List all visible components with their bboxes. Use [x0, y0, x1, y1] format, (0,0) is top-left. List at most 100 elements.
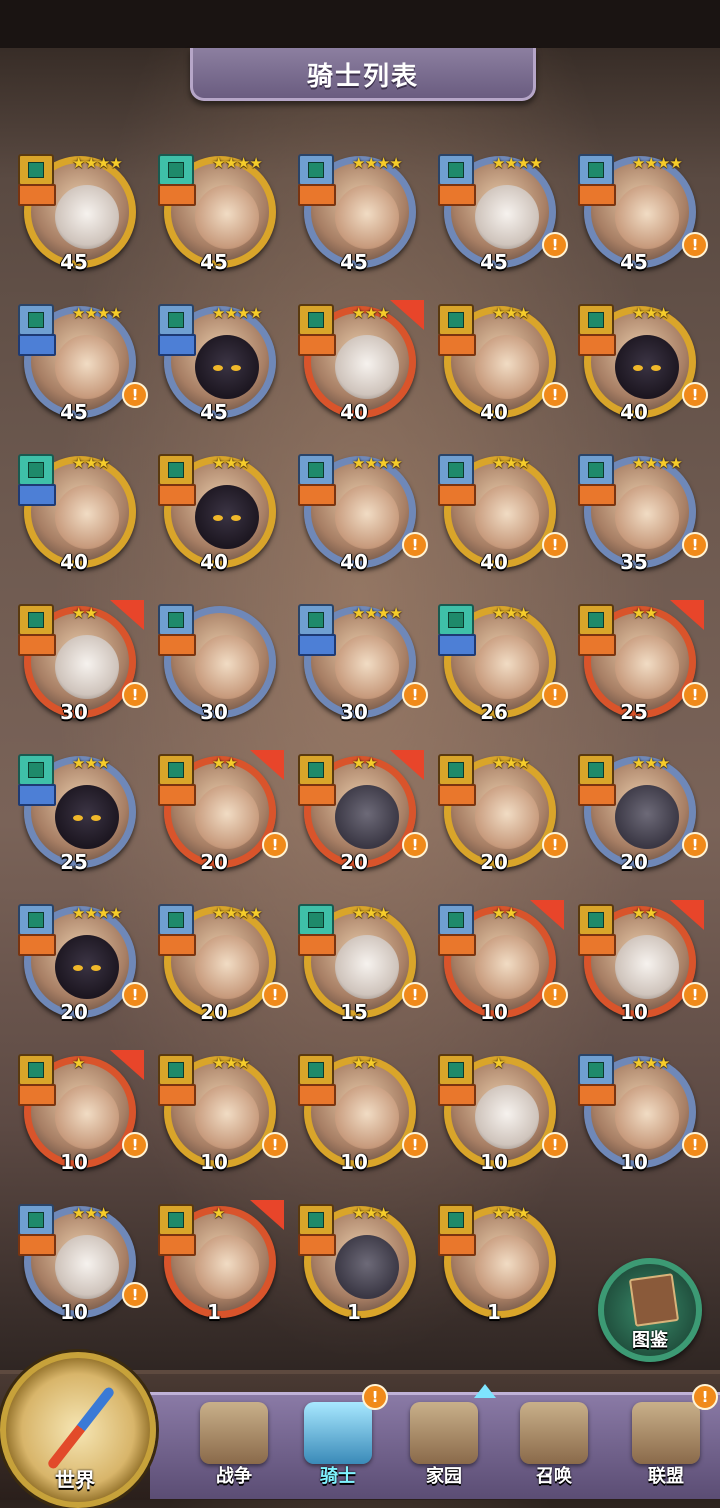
knight-level: 1 [347, 1300, 361, 1324]
knight-card[interactable]: ★★★ 20! [578, 752, 708, 880]
star-rating: ★★★★ [72, 904, 123, 922]
knight-card[interactable]: ★★ 20! [158, 750, 288, 880]
role-icon [578, 334, 616, 356]
knight-level: 15 [340, 1000, 368, 1024]
knight-portrait [615, 785, 679, 849]
nav-knights-alert: ! [362, 1384, 388, 1410]
alert-badge: ! [682, 232, 708, 258]
knight-card[interactable]: ★★★ 25 [18, 752, 140, 880]
knight-portrait [55, 185, 119, 249]
knight-card[interactable]: ★ 1 [158, 1200, 284, 1330]
codex-label: 图鉴 [632, 1330, 668, 1351]
knight-card[interactable]: ★ 10! [438, 1052, 568, 1180]
nav-war[interactable]: 战争 [186, 1398, 282, 1496]
star-rating: ★★★ [632, 1054, 670, 1072]
role-icon [578, 1084, 616, 1106]
role-icon [298, 1084, 336, 1106]
codex-button[interactable]: 图鉴 [598, 1258, 702, 1362]
knight-card[interactable]: ★★★ 1 [438, 1202, 560, 1330]
star-rating: ★ [212, 1204, 225, 1222]
knight-card[interactable]: ★★★★ 40! [298, 452, 428, 580]
knight-card[interactable]: ★★★★ 45 [158, 302, 280, 430]
alliance-icon [632, 1402, 700, 1464]
house-icon [410, 1402, 478, 1464]
knight-card[interactable]: ★★★ 1 [298, 1202, 420, 1330]
knight-portrait [335, 185, 399, 249]
knight-card[interactable]: ★★★ 40! [578, 302, 708, 430]
knight-card[interactable]: ★★ 30! [18, 600, 148, 730]
status-bar [0, 0, 720, 48]
knight-card[interactable]: 30 [158, 602, 280, 730]
knight-card[interactable]: ★★★ 40 [18, 452, 140, 580]
knight-portrait [475, 1235, 539, 1299]
knight-card[interactable]: ★★★ 40 [298, 300, 424, 430]
knight-card[interactable]: ★★★ 15! [298, 902, 428, 1030]
knight-card[interactable]: ★★★ 10! [18, 1202, 148, 1330]
star-rating: ★★★★ [492, 154, 543, 172]
role-icon [298, 184, 336, 206]
knight-level: 40 [480, 400, 508, 424]
nav-knights[interactable]: 骑士 [290, 1398, 386, 1496]
knight-card[interactable]: ★★★★ 45 [18, 152, 140, 280]
knight-level: 10 [60, 1300, 88, 1324]
knight-portrait [615, 335, 679, 399]
knight-card[interactable]: ★★★ 40! [438, 452, 568, 580]
knight-card[interactable]: ★★★ 10! [578, 1052, 708, 1180]
knight-card[interactable]: ★★★★ 45! [438, 152, 568, 280]
class-icon [298, 154, 334, 186]
knight-card[interactable]: ★★★★ 45 [298, 152, 420, 280]
star-rating: ★★★★ [632, 454, 683, 472]
map-icon [200, 1402, 268, 1464]
role-icon [438, 1234, 476, 1256]
knight-portrait [475, 335, 539, 399]
knight-card[interactable]: ★★★★ 45! [578, 152, 708, 280]
star-rating: ★★★★ [212, 304, 263, 322]
knight-card[interactable]: ★★★ 20! [438, 752, 568, 880]
upgrade-corner-icon [670, 900, 704, 930]
knight-card[interactable]: ★★ 25! [578, 600, 708, 730]
class-icon [578, 1054, 614, 1086]
knight-card[interactable]: ★★★★ 45! [18, 302, 148, 430]
knight-portrait [55, 935, 119, 999]
knight-card[interactable]: ★★★★ 35! [578, 452, 708, 580]
knight-card[interactable]: ★★★★ 20! [18, 902, 148, 1030]
knight-portrait [615, 485, 679, 549]
knight-card[interactable]: ★★★★ 30! [298, 602, 428, 730]
knight-card[interactable]: ★★ 10! [298, 1052, 428, 1180]
knight-card[interactable]: ★★★ 26! [438, 602, 568, 730]
class-icon [18, 154, 54, 186]
alert-badge: ! [122, 382, 148, 408]
compass-icon [46, 1385, 116, 1471]
knight-portrait [335, 485, 399, 549]
knight-portrait [335, 935, 399, 999]
star-rating: ★★ [492, 904, 518, 922]
alert-badge: ! [542, 1132, 568, 1158]
knight-card[interactable]: ★★★ 40! [438, 302, 568, 430]
knight-level: 40 [340, 400, 368, 424]
knight-card[interactable]: ★★ 20! [298, 750, 428, 880]
knight-card[interactable]: ★★★ 40 [158, 452, 280, 580]
star-rating: ★★★★ [632, 154, 683, 172]
knight-card[interactable]: ★★ 10! [438, 900, 568, 1030]
knight-card[interactable]: ★★ 10! [578, 900, 708, 1030]
nav-alliance[interactable]: 联盟 [618, 1398, 714, 1496]
star-rating: ★★★ [72, 754, 110, 772]
knight-level: 1 [487, 1300, 501, 1324]
alert-badge: ! [542, 232, 568, 258]
knight-level: 10 [480, 1000, 508, 1024]
knight-card[interactable]: ★★★★ 20! [158, 902, 288, 1030]
knight-card[interactable]: ★★★ 10! [158, 1052, 288, 1180]
role-icon [298, 484, 336, 506]
knight-card[interactable]: ★ 10! [18, 1050, 148, 1180]
nav-summon[interactable]: 召唤 [506, 1398, 602, 1496]
alert-badge: ! [682, 682, 708, 708]
knight-level: 45 [340, 250, 368, 274]
knight-portrait [195, 1085, 259, 1149]
nav-home[interactable]: 家园 [396, 1398, 492, 1496]
knight-card[interactable]: ★★★★ 45 [158, 152, 280, 280]
star-rating: ★★★ [632, 754, 670, 772]
alert-badge: ! [262, 832, 288, 858]
class-icon [18, 754, 54, 786]
upgrade-corner-icon [670, 600, 704, 630]
star-rating: ★★★ [352, 1204, 390, 1222]
